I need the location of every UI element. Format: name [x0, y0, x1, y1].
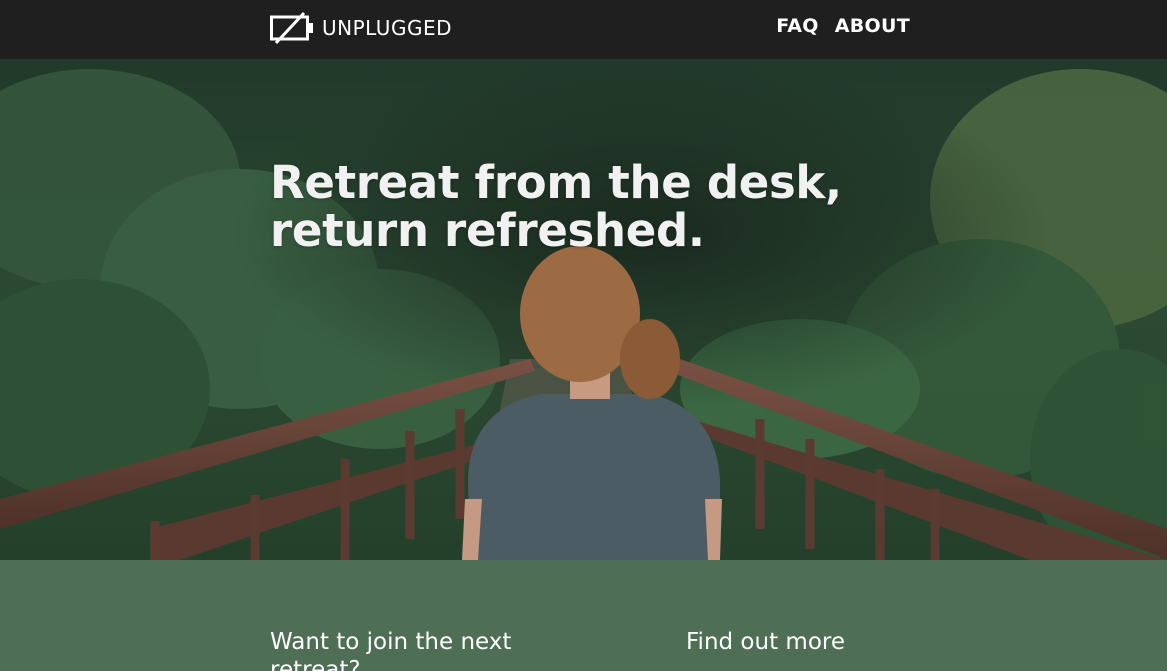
hero-headline-line2: return refreshed. — [270, 204, 705, 257]
brand-name: UNPLUGGED — [322, 16, 452, 40]
top-navbar: UNPLUGGED FAQ ABOUT — [0, 0, 1167, 59]
hero-section: Retreat from the desk, return refreshed. — [0, 59, 1167, 560]
hero-headline-line1: Retreat from the desk, — [270, 156, 842, 209]
brand-logo-link[interactable]: UNPLUGGED — [270, 11, 452, 45]
info-section: Want to join the next retreat? Find out … — [0, 560, 1167, 671]
hero-headline: Retreat from the desk, return refreshed. — [270, 159, 890, 255]
find-out-more-heading: Find out more — [686, 629, 845, 655]
unplugged-battery-icon — [270, 11, 313, 45]
join-retreat-heading: Want to join the next retreat? — [270, 629, 512, 671]
main-nav: FAQ ABOUT — [776, 15, 910, 37]
nav-about-link[interactable]: ABOUT — [835, 15, 910, 37]
hero-photo — [0, 59, 1167, 560]
nav-faq-link[interactable]: FAQ — [776, 15, 819, 37]
